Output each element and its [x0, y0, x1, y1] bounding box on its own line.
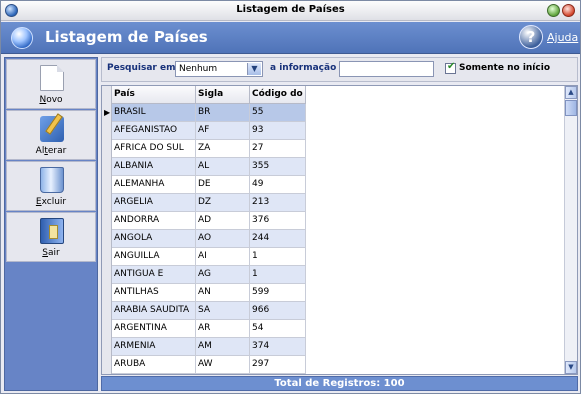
scroll-up-icon[interactable]: ▲ — [565, 86, 577, 99]
cell-dial-code[interactable]: 244 — [250, 230, 306, 248]
new-document-icon — [40, 65, 64, 91]
cell-code[interactable]: AD — [196, 212, 250, 230]
cell-country[interactable]: ALBANIA — [112, 158, 196, 176]
current-row-pointer-icon: ▶ — [104, 108, 111, 117]
info-label: a informação — [270, 63, 337, 73]
cell-dial-code[interactable]: 355 — [250, 158, 306, 176]
exit-door-icon — [40, 218, 64, 244]
search-input[interactable] — [339, 61, 434, 77]
only-start-label: Somente no início — [459, 63, 550, 73]
cell-code[interactable]: AM — [196, 338, 250, 356]
cell-country[interactable]: ARGELIA — [112, 194, 196, 212]
cell-dial-code[interactable]: 49 — [250, 176, 306, 194]
globe-icon — [11, 27, 33, 49]
cell-dial-code[interactable]: 54 — [250, 320, 306, 338]
cell-code[interactable]: AF — [196, 122, 250, 140]
column-header-dial-code[interactable]: Código do — [250, 86, 306, 104]
cell-dial-code[interactable]: 297 — [250, 356, 306, 374]
search-field-select[interactable]: Nenhum ▼ — [175, 61, 263, 77]
scroll-thumb[interactable] — [565, 100, 577, 116]
search-bar: Pesquisar em Nenhum ▼ a informação ✔ Som… — [101, 57, 578, 82]
countries-table: País Sigla Código do BRASIL BR 55 ▶ AFEGANIS… — [101, 85, 578, 375]
vertical-scrollbar[interactable]: ▲ ▼ — [564, 86, 577, 374]
exit-button[interactable]: Sair — [6, 212, 96, 262]
cell-code[interactable]: AI — [196, 248, 250, 266]
cell-country[interactable]: ANGOLA — [112, 230, 196, 248]
scroll-down-icon[interactable]: ▼ — [565, 361, 577, 374]
search-in-label: Pesquisar em — [107, 63, 176, 73]
cell-country[interactable]: ALEMANHA — [112, 176, 196, 194]
help-icon[interactable]: ? — [519, 25, 543, 49]
cell-dial-code[interactable]: 376 — [250, 212, 306, 230]
cell-country[interactable]: ARGENTINA — [112, 320, 196, 338]
cell-country[interactable]: ANTILHAS — [112, 284, 196, 302]
cell-dial-code[interactable]: 599 — [250, 284, 306, 302]
cell-country[interactable]: ANTIGUA E — [112, 266, 196, 284]
only-start-checkbox[interactable]: ✔ — [445, 61, 456, 74]
edit-button-label: Alterar — [35, 146, 67, 156]
cell-code[interactable]: AW — [196, 356, 250, 374]
cell-country[interactable]: ARABIA SAUDITA — [112, 302, 196, 320]
cell-dial-code[interactable]: 27 — [250, 140, 306, 158]
cell-dial-code[interactable]: 1 — [250, 248, 306, 266]
maximize-button[interactable] — [547, 4, 560, 17]
cell-code[interactable]: SA — [196, 302, 250, 320]
cell-country[interactable]: AFEGANISTAO — [112, 122, 196, 140]
cell-dial-code[interactable]: 55 — [250, 104, 306, 122]
new-button[interactable]: Novo — [6, 59, 96, 109]
row-indicator-column — [102, 86, 112, 374]
cell-code[interactable]: ZA — [196, 140, 250, 158]
header-banner: Listagem de Países ? Ajuda — [1, 22, 580, 54]
cell-code[interactable]: AO — [196, 230, 250, 248]
edit-pencil-icon — [40, 116, 64, 142]
title-bar: Listagem de Países — [1, 1, 580, 21]
cell-dial-code[interactable]: 1 — [250, 266, 306, 284]
cell-country[interactable]: ANDORRA — [112, 212, 196, 230]
main-window: Listagem de Países Listagem de Países ? … — [0, 0, 581, 394]
cell-code[interactable]: DZ — [196, 194, 250, 212]
cell-code[interactable]: BR — [196, 104, 250, 122]
chevron-down-icon[interactable]: ▼ — [247, 63, 261, 75]
cell-dial-code[interactable]: 966 — [250, 302, 306, 320]
new-button-label: Novo — [39, 95, 63, 105]
column-header-country[interactable]: País — [112, 86, 196, 104]
status-bar: Total de Registros: 100 — [101, 376, 578, 391]
cell-code[interactable]: AN — [196, 284, 250, 302]
cell-country[interactable]: AFRICA DO SUL — [112, 140, 196, 158]
cell-country[interactable]: ANGUILLA — [112, 248, 196, 266]
cell-country[interactable]: ARUBA — [112, 356, 196, 374]
close-button[interactable] — [562, 4, 575, 17]
cell-country[interactable]: ARMENIA — [112, 338, 196, 356]
cell-dial-code[interactable]: 93 — [250, 122, 306, 140]
cell-dial-code[interactable]: 374 — [250, 338, 306, 356]
check-icon: ✔ — [447, 61, 456, 72]
page-title: Listagem de Países — [45, 28, 208, 46]
cell-country[interactable]: BRASIL — [112, 104, 196, 122]
cell-code[interactable]: AR — [196, 320, 250, 338]
cell-dial-code[interactable]: 213 — [250, 194, 306, 212]
delete-button[interactable]: Excluir — [6, 161, 96, 211]
search-field-value: Nenhum — [179, 64, 218, 74]
column-header-code[interactable]: Sigla — [196, 86, 250, 104]
cell-code[interactable]: AG — [196, 266, 250, 284]
help-link[interactable]: Ajuda — [547, 31, 578, 44]
exit-button-label: Sair — [42, 248, 60, 258]
cell-code[interactable]: DE — [196, 176, 250, 194]
window-title: Listagem de Países — [236, 4, 345, 15]
delete-button-label: Excluir — [35, 197, 67, 207]
cell-code[interactable]: AL — [196, 158, 250, 176]
edit-button[interactable]: Alterar — [6, 110, 96, 160]
side-toolbar: Novo Alterar Excluir Sair — [4, 57, 98, 391]
trash-icon — [40, 167, 64, 193]
